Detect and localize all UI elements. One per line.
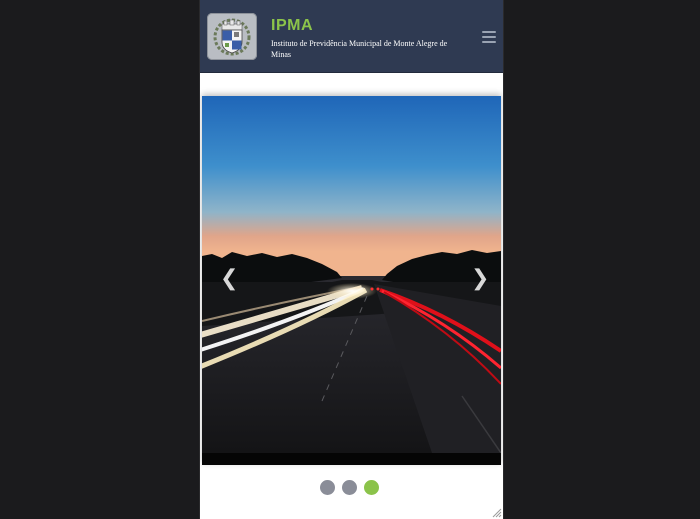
carousel-dot[interactable] — [320, 480, 335, 495]
site-header: IPMA Instituto de Previdência Municipal … — [200, 0, 503, 73]
carousel-dot-active[interactable] — [364, 480, 379, 495]
image-carousel[interactable]: ❮ ❯ — [202, 96, 501, 465]
hamburger-menu-icon[interactable] — [482, 31, 496, 44]
coat-of-arms-icon — [213, 18, 251, 56]
next-slide-icon[interactable]: ❯ — [471, 268, 489, 290]
carousel-dot[interactable] — [342, 480, 357, 495]
previous-slide-icon[interactable]: ❮ — [220, 268, 238, 290]
menu-bar — [482, 31, 496, 33]
logo-coat-of-arms-icon[interactable] — [207, 13, 257, 60]
menu-bar — [482, 41, 496, 43]
resize-handle-icon[interactable] — [490, 506, 502, 518]
menu-bar — [482, 36, 496, 38]
mobile-viewport: IPMA Instituto de Previdência Municipal … — [200, 0, 503, 519]
site-title[interactable]: IPMA — [271, 17, 313, 35]
slide-caption-bar — [202, 453, 501, 465]
site-subtitle: Instituto de Previdência Municipal de Mo… — [271, 39, 448, 59]
carousel-indicators — [320, 480, 379, 495]
highway-night-photo — [202, 96, 501, 453]
